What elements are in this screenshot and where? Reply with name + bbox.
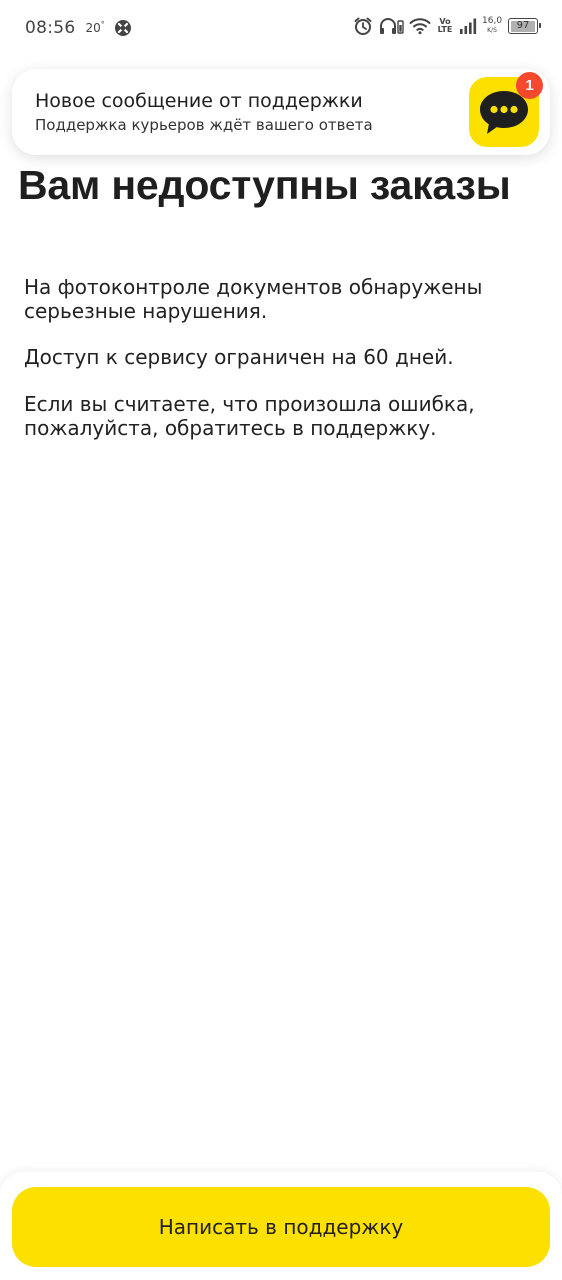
notification-title: Новое сообщение от поддержки xyxy=(35,90,363,112)
headphones-icon xyxy=(380,18,404,34)
status-right: Vo LTE 16,0 K/S 97 xyxy=(348,16,541,36)
restriction-message: Доступ к сервису ограничен на 60 дней. xyxy=(24,345,454,369)
status-bar: 08:56 20° Vo LTE 16,0 K/S 97 xyxy=(0,0,562,56)
status-left: 08:56 20° xyxy=(25,18,132,38)
screen: 08:56 20° Vo LTE 16,0 K/S 97 Новое сообщ… xyxy=(0,0,562,1280)
temperature-unit: ° xyxy=(100,19,105,29)
signal-icon xyxy=(460,18,477,34)
volte-indicator: Vo LTE xyxy=(436,18,454,34)
speed-unit: K/S xyxy=(487,27,497,34)
page-title: Вам недоступны заказы xyxy=(18,162,511,208)
support-notification-card[interactable]: Новое сообщение от поддержки Поддержка к… xyxy=(12,69,550,155)
volte-bottom: LTE xyxy=(437,25,453,34)
write-to-support-button[interactable]: Написать в поддержку xyxy=(12,1187,550,1267)
battery-level: 97 xyxy=(516,20,530,31)
notification-subtitle: Поддержка курьеров ждёт вашего ответа xyxy=(35,116,373,134)
status-temperature: 20° xyxy=(86,20,105,35)
temperature-value: 20 xyxy=(85,20,101,35)
battery-icon: 97 xyxy=(508,18,541,34)
unread-badge: 1 xyxy=(516,72,543,99)
wifi-icon xyxy=(409,18,431,35)
contact-support-message: Если вы считаете, что произошла ошибка, … xyxy=(24,392,475,440)
violation-message: На фотоконтроле документов обнаружены се… xyxy=(24,275,483,323)
status-time: 08:56 xyxy=(25,18,76,38)
network-speed: 16,0 K/S xyxy=(482,17,502,35)
app-notification-icon xyxy=(114,20,131,36)
alarm-icon xyxy=(354,17,372,35)
speed-value: 16,0 xyxy=(482,16,503,26)
